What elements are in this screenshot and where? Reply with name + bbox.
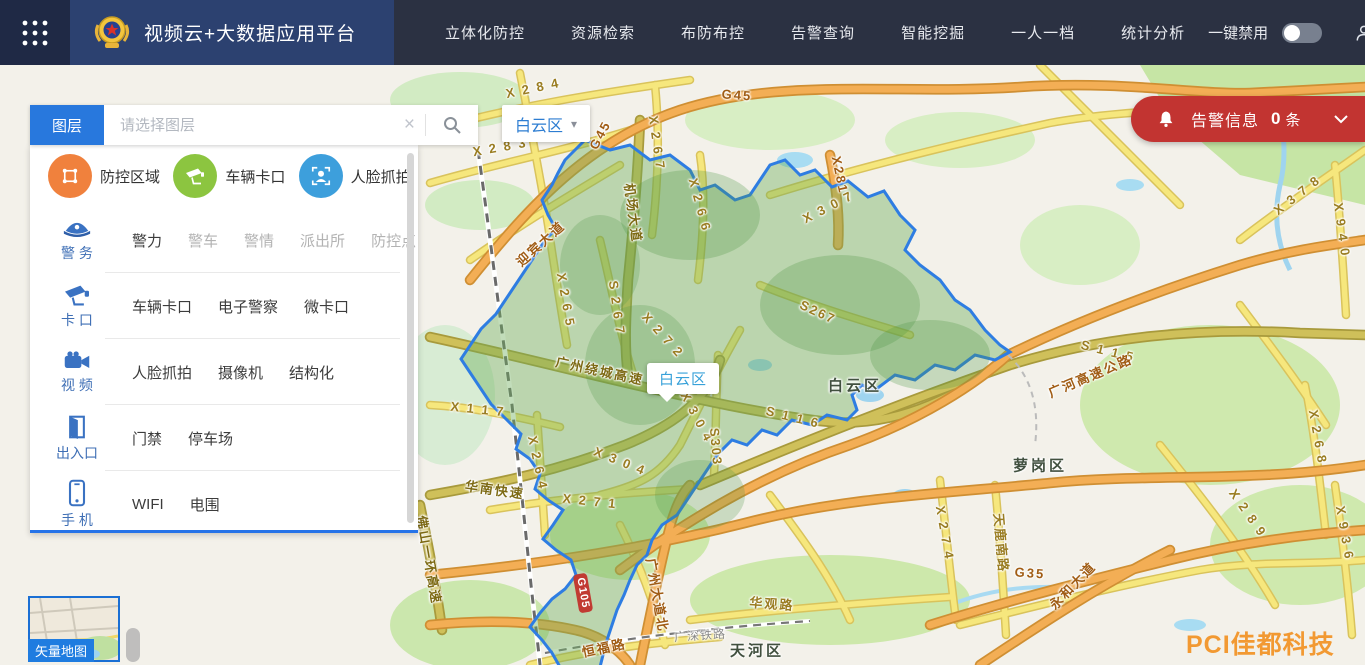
district-selector[interactable]: 白云区 ▾ (502, 105, 590, 142)
category-row-phone: 手 机 WIFI 电围 (30, 471, 418, 533)
layer-tab[interactable]: 图层 (30, 105, 104, 145)
search-icon (442, 115, 462, 135)
top-nav: 视频云+大数据应用平台 立体化防控 资源检索 布防布控 告警查询 智能挖掘 一人… (0, 0, 1365, 65)
layer-item[interactable]: 结构化 (289, 362, 334, 383)
door-icon (65, 414, 89, 440)
category-entrance[interactable]: 出入口 (48, 414, 106, 463)
layer-item[interactable]: 电子警察 (218, 296, 278, 317)
phone-icon (67, 479, 87, 507)
district-tooltip: 白云区 (647, 363, 719, 394)
nav-item-smart-mining[interactable]: 智能挖掘 (878, 22, 988, 43)
nav-item-resource-search[interactable]: 资源检索 (548, 22, 658, 43)
alert-count: 0 (1271, 109, 1280, 129)
layer-panel-header: 图层 × (30, 105, 478, 145)
layer-item[interactable]: 车辆卡口 (132, 296, 192, 317)
category-checkpoint[interactable]: 卡 口 (48, 283, 106, 330)
nav-item-statistics[interactable]: 统计分析 (1098, 22, 1208, 43)
layer-panel: 防控区域 车辆卡口 人脸抓拍 警 务 警力 警车 (30, 145, 418, 533)
alert-label: 告警信息 (1191, 107, 1259, 131)
one-key-disable-label: 一键禁用 (1208, 22, 1268, 43)
layer-item[interactable]: 电围 (190, 494, 220, 515)
nav-item-alert-query[interactable]: 告警查询 (768, 22, 878, 43)
category-video[interactable]: 视 频 (48, 350, 106, 395)
face-capture-icon (299, 154, 343, 198)
nav-menu: 立体化防控 资源检索 布防布控 告警查询 智能挖掘 一人一档 统计分析 (394, 0, 1208, 65)
category-row-video: 视 频 人脸抓拍 摄像机 结构化 (30, 339, 418, 405)
alert-chevron-down-icon[interactable] (1333, 114, 1349, 124)
cctv-camera-icon (63, 283, 91, 307)
layer-item[interactable]: WIFI (132, 496, 164, 513)
user-icon (1354, 23, 1365, 43)
layer-item[interactable]: 警车 (188, 230, 218, 251)
app-grid-button[interactable] (0, 0, 70, 65)
layer-search-input[interactable] (118, 116, 394, 135)
district-tooltip-text: 白云区 (659, 371, 707, 388)
minimap-handle[interactable] (126, 628, 140, 662)
minimap[interactable]: 矢量地图 (28, 596, 120, 662)
district-selector-value: 白云区 (515, 112, 563, 136)
alert-banner[interactable]: 告警信息 0 条 (1131, 96, 1365, 142)
police-cap-icon (62, 218, 92, 240)
toggle-knob (1284, 25, 1300, 41)
search-button[interactable] (426, 115, 478, 135)
chevron-down-icon: ▾ (571, 117, 577, 131)
nav-item-one-person-one-file[interactable]: 一人一档 (988, 22, 1098, 43)
category-police[interactable]: 警 务 (48, 218, 106, 263)
quick-layer-region[interactable]: 防控区域 (48, 154, 167, 198)
alert-unit: 条 (1285, 109, 1300, 130)
police-badge-logo (92, 11, 132, 55)
layer-item[interactable]: 门禁 (132, 428, 162, 449)
category-row-entrance: 出入口 门禁 停车场 (30, 405, 418, 471)
layer-item[interactable]: 人脸抓拍 (132, 362, 192, 383)
category-row-checkpoint: 卡 口 车辆卡口 电子警察 微卡口 (30, 273, 418, 339)
layer-item[interactable]: 派出所 (300, 230, 345, 251)
panel-scrollbar[interactable] (407, 153, 414, 523)
minimap-label: 矢量地图 (28, 639, 94, 662)
grid-icon (20, 18, 50, 48)
vehicle-checkpoint-icon (173, 154, 217, 198)
region-icon (48, 154, 92, 198)
layer-item[interactable]: 警情 (244, 230, 274, 251)
layer-item[interactable]: 摄像机 (218, 362, 263, 383)
nav-item-stereoscopic-control[interactable]: 立体化防控 (422, 22, 548, 43)
quick-layer-face-capture[interactable]: 人脸抓拍 (299, 154, 418, 198)
clear-icon[interactable]: × (394, 114, 425, 136)
quick-layer-vehicle-checkpoint[interactable]: 车辆卡口 (173, 154, 292, 198)
layer-item[interactable]: 警力 (132, 230, 162, 251)
one-key-disable-toggle[interactable] (1282, 23, 1322, 43)
nav-item-deploy-control[interactable]: 布防布控 (658, 22, 768, 43)
category-row-police: 警 务 警力 警车 警情 派出所 防控点 (30, 207, 418, 273)
bell-icon (1157, 109, 1175, 129)
layer-search-area: × (104, 105, 478, 145)
app-title: 视频云+大数据应用平台 (144, 19, 356, 46)
video-camera-icon (63, 350, 91, 372)
quick-layer-row: 防控区域 车辆卡口 人脸抓拍 (30, 145, 418, 207)
brand: 视频云+大数据应用平台 (70, 0, 394, 65)
layer-item[interactable]: 停车场 (188, 428, 233, 449)
user-menu[interactable]: 系统管理员 (1354, 22, 1365, 43)
vendor-watermark: PCI佳都科技 (1186, 625, 1335, 661)
app-window: 白云区 矢量地图 PCI佳都科技 白云区 ▾ X 2 8 4X 2 8 3G45… (0, 0, 1365, 665)
layer-item[interactable]: 微卡口 (304, 296, 349, 317)
category-phone[interactable]: 手 机 (48, 479, 106, 530)
nav-right: 一键禁用 系统管理员 (1208, 0, 1365, 65)
